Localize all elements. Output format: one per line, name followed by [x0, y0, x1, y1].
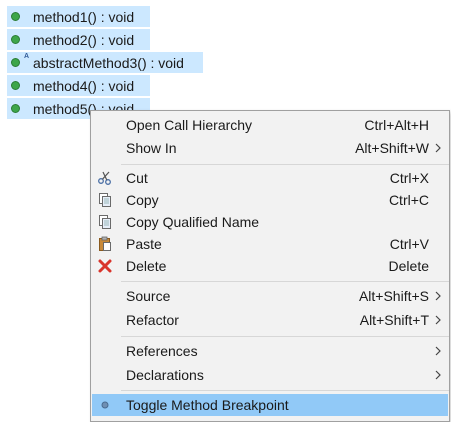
menu-item-cut[interactable]: Cut Ctrl+X: [92, 167, 448, 189]
outline-item-abstract-method3[interactable]: A abstractMethod3() : void: [7, 52, 203, 73]
paste-icon: [97, 236, 113, 252]
menu-item-source[interactable]: Source Alt+Shift+S: [92, 285, 448, 307]
menu-separator: [121, 281, 449, 282]
outline-tree: method1() : void method2() : void A abst…: [0, 0, 451, 120]
menu-separator: [121, 336, 449, 337]
menu-item-toggle-method-breakpoint[interactable]: Toggle Method Breakpoint: [92, 394, 448, 416]
menu-item-label: Copy Qualified Name: [126, 214, 260, 230]
menu-item-shortcut: Ctrl+Alt+H: [364, 117, 429, 133]
menu-item-shortcut: Ctrl+X: [389, 170, 429, 186]
menu-item-open-call-hierarchy[interactable]: Open Call Hierarchy Ctrl+Alt+H: [92, 114, 448, 136]
menu-item-label: Refactor: [126, 312, 179, 328]
menu-item-shortcut: Delete: [388, 258, 429, 274]
menu-item-shortcut: Ctrl+V: [389, 236, 429, 252]
menu-item-label: Open Call Hierarchy: [126, 117, 253, 133]
menu-item-declarations[interactable]: Declarations: [92, 364, 448, 386]
context-menu: Open Call Hierarchy Ctrl+Alt+H Show In A…: [90, 110, 450, 422]
outline-item-method2[interactable]: method2() : void: [7, 29, 150, 50]
menu-item-delete[interactable]: Delete Delete: [92, 255, 448, 277]
outline-item-label: abstractMethod3() : void: [33, 54, 184, 71]
submenu-arrow-icon: [435, 143, 441, 153]
menu-item-label: Source: [126, 288, 171, 304]
menu-item-copy-qualified-name[interactable]: Copy Qualified Name: [92, 211, 448, 233]
menu-item-shortcut: Alt+Shift+W: [355, 140, 429, 156]
copy-icon: [97, 192, 113, 208]
menu-item-label: Toggle Method Breakpoint: [126, 397, 289, 413]
menu-item-paste[interactable]: Paste Ctrl+V: [92, 233, 448, 255]
menu-item-copy[interactable]: Copy Ctrl+C: [92, 189, 448, 211]
menu-item-label: Paste: [126, 236, 162, 252]
outline-item-label: method4() : void: [33, 77, 135, 94]
menu-item-label: Cut: [126, 170, 148, 186]
menu-item-label: Declarations: [126, 367, 204, 383]
submenu-arrow-icon: [435, 315, 441, 325]
outline-item-label: method2() : void: [33, 31, 135, 48]
outline-item-label: method1() : void: [33, 8, 135, 25]
menu-item-label: Copy: [126, 192, 159, 208]
method-public-icon: [11, 35, 20, 44]
method-public-icon: [11, 104, 20, 113]
menu-item-label: References: [126, 343, 198, 359]
submenu-arrow-icon: [435, 370, 441, 380]
menu-item-shortcut: Ctrl+C: [388, 192, 429, 208]
submenu-arrow-icon: [435, 291, 441, 301]
delete-x-icon: [97, 258, 113, 274]
menu-item-references[interactable]: References: [92, 340, 448, 362]
outline-item-method4[interactable]: method4() : void: [7, 75, 150, 96]
method-public-icon: [11, 12, 20, 21]
menu-item-shortcut: Alt+Shift+S: [358, 288, 429, 304]
method-public-icon: [11, 81, 20, 90]
outline-item-method1[interactable]: method1() : void: [7, 6, 150, 27]
menu-separator: [121, 164, 449, 165]
menu-item-label: Delete: [126, 258, 167, 274]
breakpoint-icon: [97, 397, 113, 413]
copy-qualified-name-icon: [97, 214, 113, 230]
menu-item-shortcut: Alt+Shift+T: [359, 312, 429, 328]
method-abstract-icon: [11, 58, 20, 67]
menu-item-show-in[interactable]: Show In Alt+Shift+W: [92, 137, 448, 159]
menu-item-refactor[interactable]: Refactor Alt+Shift+T: [92, 309, 448, 331]
scissors-icon: [97, 170, 113, 186]
abstract-badge: A: [24, 53, 30, 60]
submenu-arrow-icon: [435, 346, 441, 356]
menu-item-label: Show In: [126, 140, 177, 156]
menu-separator: [121, 390, 449, 391]
